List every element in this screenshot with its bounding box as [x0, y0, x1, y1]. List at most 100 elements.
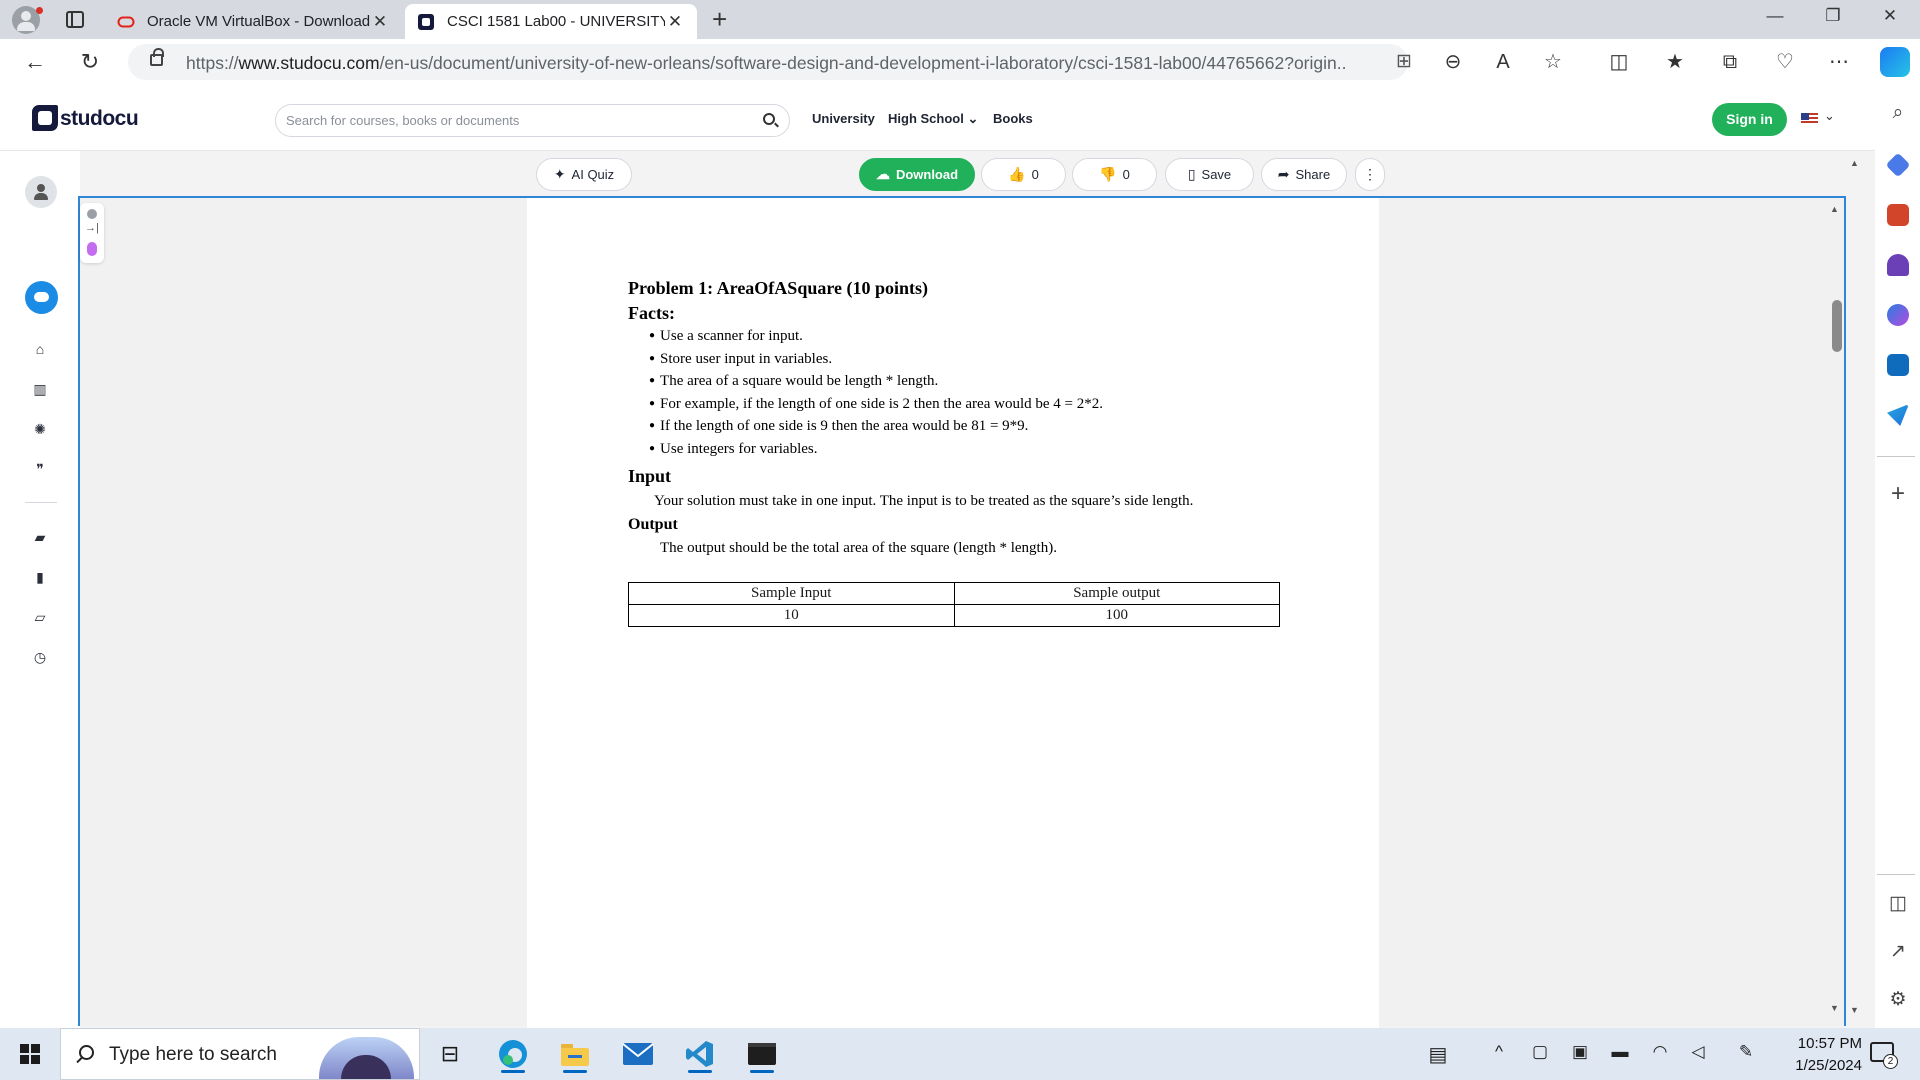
- sidebar-divider: [1877, 456, 1915, 457]
- volume-icon[interactable]: ◁: [1685, 1042, 1711, 1062]
- document-content: Problem 1: AreaOfASquare (10 points) Fac…: [628, 278, 1288, 557]
- page-scroll-down-icon[interactable]: ▼: [1850, 1005, 1859, 1015]
- list-item: For example, if the length of one side i…: [649, 394, 1288, 417]
- task-view-icon[interactable]: ⊟: [430, 1034, 470, 1074]
- pen-icon[interactable]: ✎: [1733, 1042, 1759, 1062]
- studocu-logo-text[interactable]: studocu: [60, 107, 139, 131]
- highlight-icon[interactable]: [87, 242, 97, 256]
- more-options-button[interactable]: ⋮: [1355, 158, 1385, 191]
- nav-university[interactable]: University: [812, 111, 875, 126]
- terminal-icon[interactable]: [742, 1034, 782, 1074]
- viewer-scroll-down-icon[interactable]: ▼: [1830, 1003, 1839, 1013]
- sign-in-button[interactable]: Sign in: [1712, 103, 1787, 136]
- add-sidebar-app-icon[interactable]: +: [1885, 480, 1911, 508]
- remote-desktop-icon[interactable]: ▣: [1567, 1042, 1593, 1062]
- viewer-scroll-up-icon[interactable]: ▲: [1830, 204, 1839, 214]
- info-icon[interactable]: [87, 209, 97, 219]
- minimize-icon[interactable]: —: [1763, 6, 1787, 26]
- tools-briefcase-icon[interactable]: [1887, 204, 1909, 226]
- show-hidden-icons-chevron-icon[interactable]: ^: [1486, 1042, 1512, 1062]
- hide-sidebar-icon[interactable]: ◫: [1885, 892, 1911, 915]
- windows-start-icon[interactable]: [20, 1044, 40, 1064]
- app-available-icon[interactable]: ⊞: [1392, 50, 1416, 74]
- upload-cloud-icon[interactable]: [25, 281, 58, 314]
- telegram-icon[interactable]: [1887, 404, 1909, 426]
- language-chevron-down-icon[interactable]: ⌄: [1824, 108, 1835, 124]
- course-folder-icon[interactable]: ▱: [30, 609, 50, 629]
- sidebar-search-icon[interactable]: ⌕: [1885, 102, 1911, 124]
- chat-icon[interactable]: ❞: [30, 461, 50, 481]
- home-icon[interactable]: ⌂: [30, 341, 50, 361]
- read-aloud-icon[interactable]: A: [1488, 47, 1518, 77]
- browser-essentials-icon[interactable]: ♡: [1770, 47, 1800, 77]
- battery-icon[interactable]: ▬: [1607, 1042, 1633, 1062]
- shopping-tag-icon[interactable]: [1885, 152, 1911, 178]
- tab-close-icon[interactable]: ✕: [370, 12, 390, 32]
- left-rail: ⌂ ▥ ✺ ❞ ▰ ▮ ▱ ◷: [0, 151, 80, 1028]
- favorites-icon[interactable]: ★: [1660, 47, 1690, 77]
- close-window-icon[interactable]: ✕: [1878, 6, 1902, 26]
- library-icon[interactable]: ▥: [30, 381, 50, 401]
- copilot-icon[interactable]: [1880, 47, 1910, 77]
- vscode-icon[interactable]: [680, 1034, 720, 1074]
- viewer-scrollbar-thumb[interactable]: [1832, 300, 1842, 352]
- save-button[interactable]: ▯ Save: [1165, 158, 1254, 191]
- restore-icon[interactable]: ❐: [1821, 6, 1845, 26]
- table-cell: 10: [628, 604, 955, 627]
- taskbar-search-box[interactable]: Type here to search: [60, 1028, 420, 1080]
- tab-oracle-virtualbox[interactable]: Oracle VM VirtualBox - Downloads ✕: [105, 4, 402, 39]
- like-button[interactable]: 👍 0: [981, 158, 1066, 191]
- recent-clock-icon[interactable]: ◷: [30, 649, 50, 669]
- favorite-star-icon[interactable]: ☆: [1538, 47, 1568, 77]
- lock-icon[interactable]: [150, 48, 164, 66]
- thumbs-down-icon: 👎: [1099, 166, 1117, 182]
- outlook-icon[interactable]: [1887, 354, 1909, 376]
- system-clock[interactable]: 10:57 PM 1/25/2024: [1762, 1033, 1862, 1077]
- list-item: Use integers for variables.: [649, 439, 1288, 462]
- edge-taskbar-icon[interactable]: [493, 1034, 533, 1074]
- studocu-logo-icon[interactable]: [32, 105, 58, 131]
- table-cell: 100: [953, 604, 1280, 627]
- us-flag-icon[interactable]: [1801, 113, 1818, 125]
- ai-quiz-button[interactable]: ✦ AI Quiz: [536, 158, 632, 191]
- share-button[interactable]: ➦ Share: [1261, 158, 1347, 191]
- wifi-icon[interactable]: ◠: [1647, 1042, 1673, 1062]
- settings-more-icon[interactable]: ⋯: [1824, 47, 1854, 77]
- nav-books[interactable]: Books: [993, 111, 1033, 126]
- meet-camera-icon[interactable]: ▢: [1527, 1042, 1553, 1062]
- tab-close-icon[interactable]: ✕: [665, 12, 685, 32]
- refresh-icon[interactable]: ↻: [75, 47, 105, 77]
- address-bar[interactable]: https://www.studocu.com/en-us/document/u…: [128, 44, 1412, 80]
- taskbar: Type here to search ⊟ ▤ ^ ▢ ▣ ▬ ◠ ◁ ✎ 10…: [0, 1028, 1920, 1080]
- split-screen-icon[interactable]: ◫: [1604, 47, 1634, 77]
- folder-icon[interactable]: ▰: [30, 529, 50, 549]
- tab-studocu[interactable]: CSCI 1581 Lab00 - UNIVERSITY of ✕: [405, 4, 697, 39]
- download-button[interactable]: ☁ Download: [859, 158, 975, 191]
- tab-actions-icon[interactable]: [66, 11, 84, 28]
- collections-icon[interactable]: ⧉: [1715, 47, 1745, 77]
- nav-high-school[interactable]: High School ⌄: [888, 111, 978, 127]
- output-heading: Output: [628, 515, 678, 533]
- collapse-panel-icon[interactable]: →|: [85, 222, 99, 234]
- chevron-down-icon: ⌄: [967, 111, 979, 126]
- ai-brain-icon[interactable]: ✺: [30, 421, 50, 441]
- book-icon[interactable]: ▮: [30, 569, 50, 589]
- page-scroll-up-icon[interactable]: ▲: [1850, 158, 1859, 168]
- dislike-button[interactable]: 👎 0: [1072, 158, 1157, 191]
- user-avatar-icon[interactable]: [25, 176, 57, 208]
- list-item: Use a scanner for input.: [649, 326, 1288, 349]
- news-widget-icon[interactable]: ▤: [1425, 1042, 1451, 1067]
- search-icon[interactable]: [763, 113, 775, 125]
- mail-icon[interactable]: [618, 1034, 658, 1074]
- new-tab-button[interactable]: +: [712, 6, 727, 32]
- microsoft-365-icon[interactable]: [1887, 304, 1909, 326]
- back-icon[interactable]: ←: [20, 47, 50, 77]
- search-input[interactable]: Search for courses, books or documents: [275, 104, 790, 137]
- file-explorer-icon[interactable]: [555, 1034, 595, 1074]
- open-external-icon[interactable]: ↗: [1885, 940, 1911, 963]
- games-icon[interactable]: [1887, 254, 1909, 276]
- url-text[interactable]: https://www.studocu.com/en-us/document/u…: [186, 53, 1346, 74]
- sidebar-settings-gear-icon[interactable]: ⚙: [1885, 988, 1911, 1011]
- vscode-logo-icon: [686, 1041, 713, 1067]
- zoom-icon[interactable]: ⊖: [1438, 47, 1468, 77]
